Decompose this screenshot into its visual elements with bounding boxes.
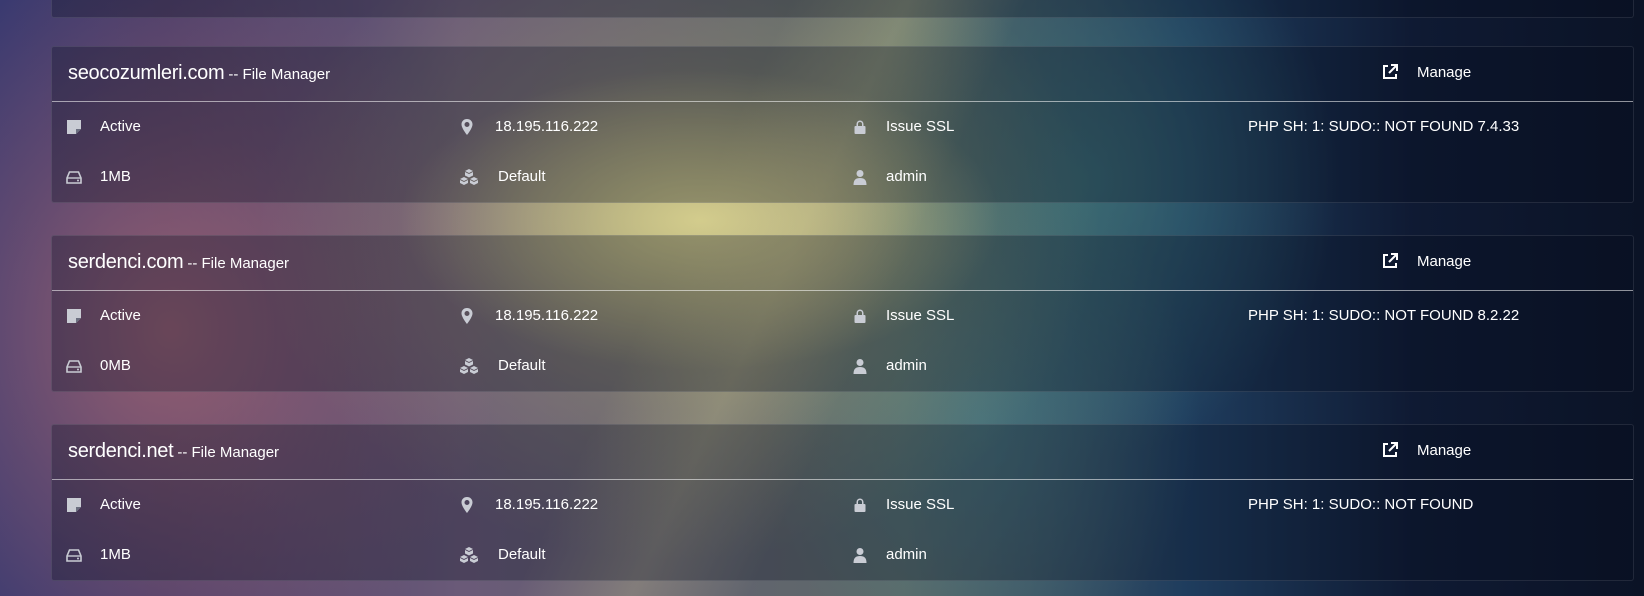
disk-usage-text: 1MB <box>100 546 131 563</box>
status-text: Active <box>100 496 141 513</box>
note-icon <box>67 119 81 134</box>
hard-drive-icon <box>66 359 82 373</box>
site-card-previous <box>51 0 1634 18</box>
site-ip: 18.195.116.222 <box>459 496 598 513</box>
site-status: Active <box>66 118 141 135</box>
site-package: Default <box>459 168 546 185</box>
site-php-version: PHP SH: 1: SUDO:: NOT FOUND 7.4.33 <box>1248 118 1519 135</box>
status-text: Active <box>100 118 141 135</box>
ip-address: 18.195.116.222 <box>495 307 599 324</box>
site-ssl: Issue SSL <box>852 496 954 513</box>
site-php-version: PHP SH: 1: SUDO:: NOT FOUND <box>1248 496 1473 513</box>
cubes-icon <box>460 357 478 374</box>
site-card-body: Active 18.195.116.222 Issue SSL PHP SH: … <box>52 102 1633 202</box>
site-domain[interactable]: serdenci.com <box>68 251 184 273</box>
external-link-icon <box>1383 442 1398 457</box>
site-status: Active <box>66 496 141 513</box>
site-owner: admin <box>852 546 927 563</box>
file-manager-link[interactable]: -- File Manager <box>187 255 289 272</box>
php-version-text: PHP SH: 1: SUDO:: NOT FOUND 8.2.22 <box>1248 307 1520 324</box>
disk-usage-text: 1MB <box>100 168 131 185</box>
map-marker-icon <box>461 496 473 513</box>
cubes-icon <box>460 168 478 185</box>
owner-name: admin <box>886 168 927 185</box>
lock-icon <box>854 309 866 323</box>
disk-usage-text: 0MB <box>100 357 131 374</box>
manage-button[interactable]: Manage <box>1381 252 1471 270</box>
site-card-header: serdenci.net -- File Manager Manage <box>52 425 1633 480</box>
site-domain[interactable]: serdenci.net <box>68 440 174 462</box>
site-card-body: Active 18.195.116.222 Issue SSL PHP SH: … <box>52 480 1633 580</box>
issue-ssl-link[interactable]: Issue SSL <box>886 307 954 324</box>
site-card-header: serdenci.com -- File Manager Manage <box>52 236 1633 291</box>
site-owner: admin <box>852 357 927 374</box>
site-title: serdenci.com -- File Manager <box>68 251 289 274</box>
external-link-icon <box>1383 253 1398 268</box>
lock-icon <box>854 120 866 134</box>
site-title: seocozumleri.com -- File Manager <box>68 62 330 85</box>
site-card-body: Active 18.195.116.222 Issue SSL PHP SH: … <box>52 291 1633 391</box>
site-ip: 18.195.116.222 <box>459 118 598 135</box>
user-icon <box>853 169 867 185</box>
hard-drive-icon <box>66 548 82 562</box>
note-icon <box>67 497 81 512</box>
user-icon <box>853 547 867 563</box>
site-card: seocozumleri.com -- File Manager Manage A… <box>51 46 1634 203</box>
site-title: serdenci.net -- File Manager <box>68 440 279 463</box>
site-card: serdenci.net -- File Manager Manage Activ… <box>51 424 1634 581</box>
owner-name: admin <box>886 546 927 563</box>
external-link-icon <box>1383 64 1398 79</box>
manage-label: Manage <box>1417 63 1472 81</box>
issue-ssl-link[interactable]: Issue SSL <box>886 496 954 513</box>
status-text: Active <box>100 307 141 324</box>
manage-button[interactable]: Manage <box>1381 63 1471 81</box>
hard-drive-icon <box>66 170 82 184</box>
site-domain[interactable]: seocozumleri.com <box>68 62 225 84</box>
site-card: serdenci.com -- File Manager Manage Activ… <box>51 235 1634 392</box>
owner-name: admin <box>886 357 927 374</box>
file-manager-link[interactable]: -- File Manager <box>177 444 279 461</box>
map-marker-icon <box>461 307 473 324</box>
site-ip: 18.195.116.222 <box>459 307 598 324</box>
manage-label: Manage <box>1417 441 1472 459</box>
manage-label: Manage <box>1417 252 1472 270</box>
php-version-text: PHP SH: 1: SUDO:: NOT FOUND 7.4.33 <box>1248 118 1520 135</box>
cubes-icon <box>460 546 478 563</box>
ip-address: 18.195.116.222 <box>495 496 599 513</box>
user-icon <box>853 358 867 374</box>
site-package: Default <box>459 546 546 563</box>
package-name: Default <box>498 357 546 374</box>
lock-icon <box>854 498 866 512</box>
site-php-version: PHP SH: 1: SUDO:: NOT FOUND 8.2.22 <box>1248 307 1519 324</box>
site-disk-usage: 0MB <box>66 357 131 374</box>
site-ssl: Issue SSL <box>852 307 954 324</box>
site-ssl: Issue SSL <box>852 118 954 135</box>
ip-address: 18.195.116.222 <box>495 118 599 135</box>
site-disk-usage: 1MB <box>66 168 131 185</box>
package-name: Default <box>498 546 546 563</box>
php-version-text: PHP SH: 1: SUDO:: NOT FOUND <box>1248 496 1474 513</box>
site-disk-usage: 1MB <box>66 546 131 563</box>
site-card-header: seocozumleri.com -- File Manager Manage <box>52 47 1633 102</box>
site-status: Active <box>66 307 141 324</box>
file-manager-link[interactable]: -- File Manager <box>228 66 330 83</box>
map-marker-icon <box>461 118 473 135</box>
note-icon <box>67 308 81 323</box>
manage-button[interactable]: Manage <box>1381 441 1471 459</box>
site-package: Default <box>459 357 546 374</box>
site-owner: admin <box>852 168 927 185</box>
package-name: Default <box>498 168 546 185</box>
issue-ssl-link[interactable]: Issue SSL <box>886 118 954 135</box>
